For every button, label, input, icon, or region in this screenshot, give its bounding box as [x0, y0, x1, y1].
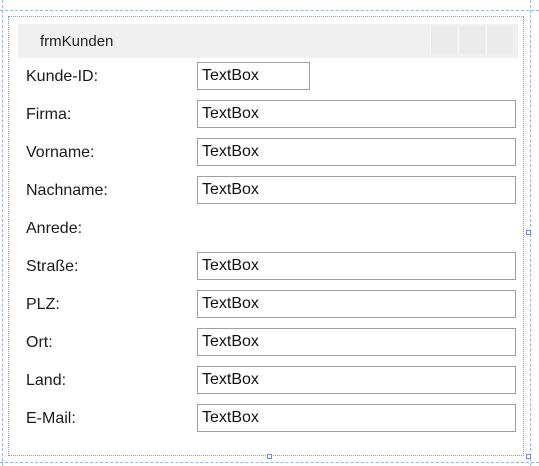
resize-handle-right[interactable] [526, 230, 531, 235]
form-body: Kunde-ID: TextBox Firma: TextBox Vorname… [18, 58, 518, 444]
resize-handle-bottom[interactable] [267, 454, 272, 459]
resize-handle-bottom-right[interactable] [526, 454, 531, 459]
ort-textbox[interactable]: TextBox [197, 328, 516, 356]
field-row-nachname: Nachname: TextBox [18, 176, 518, 206]
field-row-land: Land: TextBox [18, 366, 518, 396]
minimize-button[interactable] [430, 26, 457, 54]
designer-guide-top [0, 10, 539, 11]
kunde-id-textbox[interactable]: TextBox [197, 62, 310, 90]
field-row-email: E-Mail: TextBox [18, 404, 518, 434]
land-textbox[interactable]: TextBox [197, 366, 516, 394]
designer-guide-left [2, 0, 3, 466]
kunde-id-label: Kunde-ID: [26, 68, 99, 85]
plz-textbox[interactable]: TextBox [197, 290, 516, 318]
field-row-anrede: Anrede: [18, 214, 518, 244]
field-row-plz: PLZ: TextBox [18, 290, 518, 320]
form-title: frmKunden [40, 33, 114, 50]
field-row-strasse: Straße: TextBox [18, 252, 518, 282]
field-row-kunde-id: Kunde-ID: TextBox [18, 62, 518, 92]
ort-label: Ort: [26, 334, 53, 351]
nachname-textbox[interactable]: TextBox [197, 176, 516, 204]
field-row-ort: Ort: TextBox [18, 328, 518, 358]
vorname-label: Vorname: [26, 144, 95, 161]
form-kunden[interactable]: frmKunden Kunde-ID: TextBox Firma: TextB… [18, 24, 518, 444]
firma-label: Firma: [26, 106, 72, 123]
anrede-label: Anrede: [26, 220, 83, 237]
firma-textbox[interactable]: TextBox [197, 100, 516, 128]
form-titlebar[interactable]: frmKunden [18, 24, 518, 58]
strasse-textbox[interactable]: TextBox [197, 252, 516, 280]
land-label: Land: [26, 372, 67, 389]
field-row-firma: Firma: TextBox [18, 100, 518, 130]
designer-guide-bottom [0, 462, 539, 463]
plz-label: PLZ: [26, 296, 60, 313]
strasse-label: Straße: [26, 258, 79, 275]
vorname-textbox[interactable]: TextBox [197, 138, 516, 166]
email-textbox[interactable]: TextBox [197, 404, 516, 432]
maximize-button[interactable] [458, 26, 485, 54]
email-label: E-Mail: [26, 410, 76, 427]
close-button[interactable] [486, 26, 513, 54]
nachname-label: Nachname: [26, 182, 108, 199]
field-row-vorname: Vorname: TextBox [18, 138, 518, 168]
